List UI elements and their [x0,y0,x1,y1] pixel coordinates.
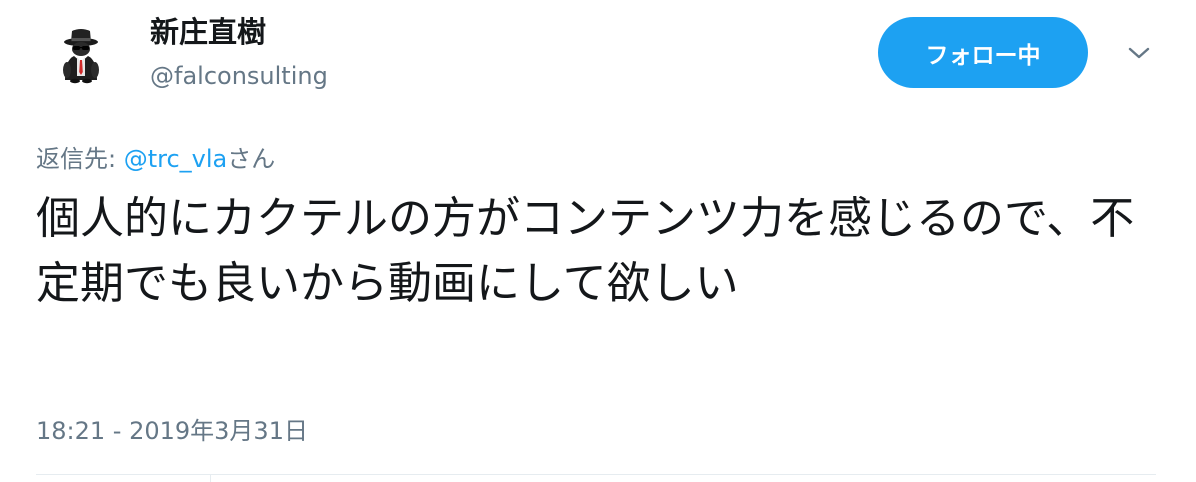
reply-mention-link[interactable]: @trc_vla [124,145,228,173]
screen-name[interactable]: @falconsulting [150,60,328,92]
reply-context-suffix: さん [227,145,276,173]
reply-context: 返信先: @trc_vlaさん [36,142,275,176]
display-name[interactable]: 新庄直樹 [150,14,266,50]
divider-tick [210,474,211,482]
tweet-timestamp[interactable]: 18:21 - 2019年3月31日 [36,414,308,448]
spy-character-avatar-icon [63,29,99,84]
following-button[interactable]: フォロー中 [878,17,1088,88]
avatar[interactable] [44,18,118,92]
tweet-menu-button[interactable] [1126,40,1152,66]
tweet-card: 新庄直樹 @falconsulting フォロー中 返信先: @trc_vlaさ… [0,0,1196,482]
reply-context-prefix: 返信先: [36,145,124,173]
tweet-text: 個人的にカクテルの方がコンテンツ力を感じるので、不定期でも良いから動画にして欲し… [36,193,1135,309]
chevron-down-icon [1128,47,1150,59]
divider [36,474,1156,475]
